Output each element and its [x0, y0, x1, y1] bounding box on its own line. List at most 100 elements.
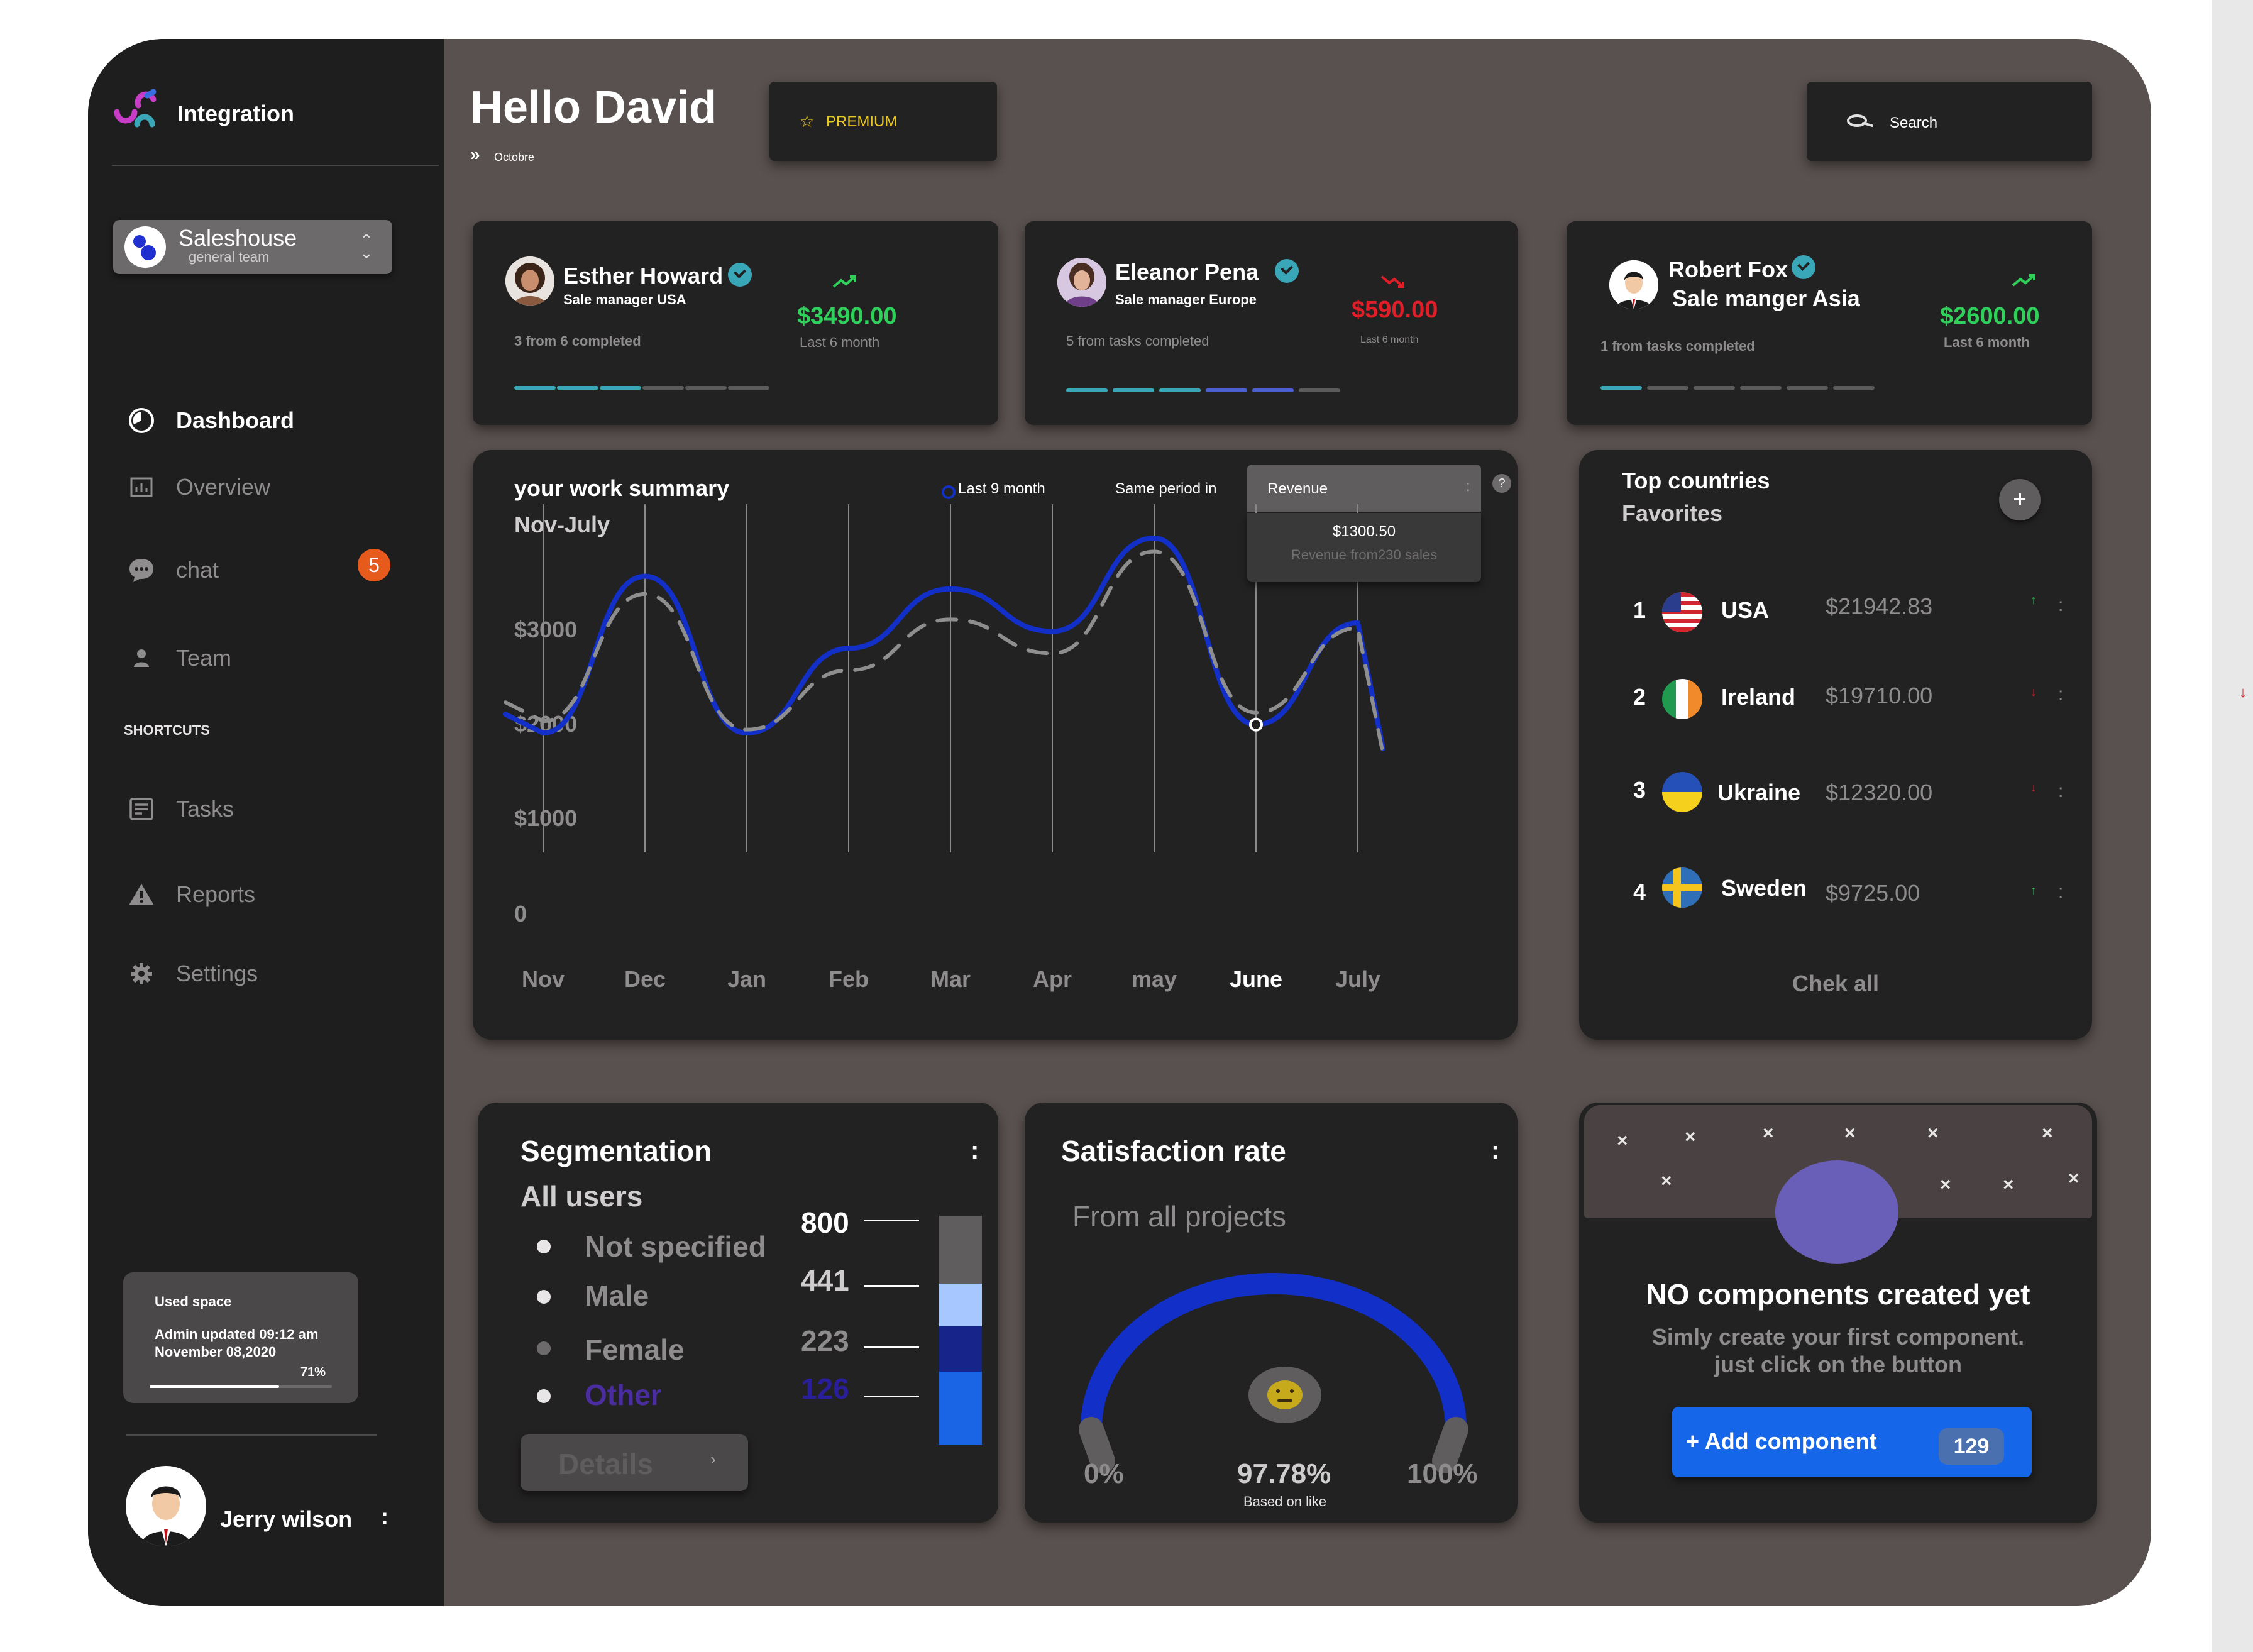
empty-state-title: NO components created yet — [1646, 1278, 2030, 1311]
overview-icon — [126, 471, 157, 503]
breadcrumb[interactable]: Octobre — [494, 151, 534, 164]
progress-segment — [1694, 386, 1735, 390]
nav-tasks[interactable]: Tasks — [126, 793, 234, 825]
progress-segment — [685, 386, 727, 390]
countries-title: Top countries — [1622, 468, 1770, 493]
workspace-selector[interactable]: Saleshouse general team ⌃ ⌄ — [113, 220, 392, 274]
country-row[interactable]: 1 USA $21942.83 ↑ : — [1617, 588, 2082, 639]
components-card: × × × × × × × × × × NO components create… — [1579, 1103, 2097, 1523]
chat-icon — [126, 554, 157, 586]
user-name: Jerry wilson — [220, 1506, 353, 1532]
user-menu-button[interactable]: : — [381, 1504, 388, 1530]
manager-period: Last 6 month — [1944, 334, 2030, 350]
nav-reports-label: Reports — [176, 881, 256, 907]
nav-overview-label: Overview — [176, 474, 271, 500]
progress-segment — [728, 386, 769, 390]
segmentation-subtitle: All users — [521, 1180, 643, 1213]
details-button[interactable]: Details › — [521, 1434, 748, 1491]
empty-state-orb — [1775, 1160, 1898, 1264]
trend-up-icon: ↑ — [2030, 884, 2037, 898]
trend-up-icon — [2012, 273, 2037, 291]
nav-dashboard[interactable]: Dashboard — [126, 405, 294, 436]
nav-settings[interactable]: Settings — [126, 958, 258, 989]
segment-label: Female — [585, 1333, 685, 1366]
workspace-name: Saleshouse — [179, 225, 297, 251]
nav-chat[interactable]: chat — [126, 554, 219, 586]
progress-segment — [1206, 388, 1247, 392]
user-avatar[interactable] — [126, 1466, 206, 1546]
country-name: Sweden — [1721, 875, 1807, 901]
sparkle-icon: × — [1617, 1130, 1628, 1151]
add-component-button[interactable]: + Add component 129 — [1672, 1407, 2032, 1477]
segmentation-menu-icon[interactable]: : — [971, 1137, 979, 1165]
manager-avatar — [505, 256, 554, 306]
verified-icon — [1792, 255, 1815, 279]
nav-reports[interactable]: Reports — [126, 879, 255, 910]
country-row[interactable]: 4 Sweden $9725.00 ↑ : — [1617, 867, 2082, 918]
empty-state-line2: just click on the button — [1714, 1352, 1962, 1377]
window-edge: ↓ — [2212, 0, 2253, 1652]
segment-value: 441 — [801, 1264, 849, 1297]
row-menu-icon[interactable]: : — [2058, 781, 2063, 802]
y-tick-label: 0 — [514, 901, 527, 927]
manager-name: Robert Fox — [1668, 256, 1788, 282]
x-tick-label: Feb — [829, 966, 869, 992]
row-menu-icon[interactable]: : — [2058, 595, 2063, 616]
storage-title: Used space — [155, 1294, 232, 1309]
nav-overview[interactable]: Overview — [126, 471, 270, 503]
legend-dot — [537, 1290, 551, 1304]
check-all-link[interactable]: Chek all — [1579, 971, 2092, 997]
manager-card[interactable]: Eleanor Pena Sale manager Europe 5 from … — [1025, 221, 1518, 425]
nav-team-label: Team — [176, 645, 232, 671]
manager-name: Esther Howard — [563, 263, 724, 289]
progress-segment — [600, 386, 641, 390]
satisfaction-title: Satisfaction rate — [1061, 1135, 1286, 1167]
manager-card[interactable]: Esther Howard Sale manager USA 3 from 6 … — [473, 221, 998, 425]
add-component-label: + Add component — [1686, 1428, 1877, 1454]
satisfaction-menu-icon[interactable]: : — [1491, 1137, 1499, 1165]
sparkle-icon: × — [2042, 1123, 2053, 1143]
manager-card[interactable]: Robert Fox Sale manger Asia 1 from tasks… — [1567, 221, 2092, 425]
value-line — [864, 1346, 919, 1348]
progress-segment — [557, 386, 598, 390]
segment-value: 223 — [801, 1324, 849, 1357]
sparkle-icon: × — [2068, 1168, 2079, 1189]
progress-segment — [1833, 386, 1875, 390]
manager-amount: $3490.00 — [797, 303, 897, 329]
emoji-face-icon — [1248, 1367, 1321, 1423]
segmentation-title: Segmentation — [521, 1135, 712, 1167]
sparkle-icon: × — [1661, 1170, 1672, 1191]
country-rank: 4 — [1633, 879, 1646, 905]
add-favorite-button[interactable]: + — [1999, 479, 2041, 520]
chart-tooltip: $1300.50 Revenue from230 sales — [1247, 513, 1481, 582]
page-title: Hello David — [470, 82, 717, 133]
manager-period: Last 6 month — [1360, 334, 1419, 345]
sweden-flag-icon — [1662, 867, 1702, 908]
nav-dashboard-label: Dashboard — [176, 407, 295, 433]
search-box[interactable]: Search — [1807, 82, 2092, 161]
segment-value: 800 — [801, 1206, 849, 1239]
manager-amount: $2600.00 — [1940, 303, 2040, 329]
progress-segment — [1740, 386, 1782, 390]
storage-date: November 08,2020 — [155, 1344, 277, 1360]
manager-tasks: 3 from 6 completed — [514, 333, 641, 349]
country-rank: 2 — [1633, 684, 1646, 710]
row-menu-icon[interactable]: : — [2058, 881, 2063, 903]
premium-badge[interactable]: ☆ PREMIUM — [769, 82, 997, 161]
trend-down-icon — [1380, 274, 1406, 292]
row-menu-icon[interactable]: : — [2058, 684, 2063, 705]
manager-period: Last 6 month — [800, 334, 880, 350]
countries-subtitle: Favorites — [1622, 500, 1723, 526]
x-tick-label: Apr — [1033, 966, 1072, 992]
sidebar: Integration Saleshouse general team ⌃ ⌄ D… — [88, 39, 444, 1606]
progress-segment — [1647, 386, 1688, 390]
progress-segment — [1299, 388, 1340, 392]
divider — [126, 1434, 377, 1436]
country-row[interactable]: 2 Ireland $19710.00 ↓ : — [1617, 675, 2082, 725]
nav-team[interactable]: Team — [126, 642, 231, 674]
storage-bar — [150, 1385, 332, 1388]
country-name: Ukraine — [1717, 779, 1801, 805]
nav-tasks-label: Tasks — [176, 796, 234, 822]
brand-name: Integration — [177, 101, 294, 126]
country-row[interactable]: 3 Ukraine $12320.00 ↓ : — [1617, 768, 2082, 818]
